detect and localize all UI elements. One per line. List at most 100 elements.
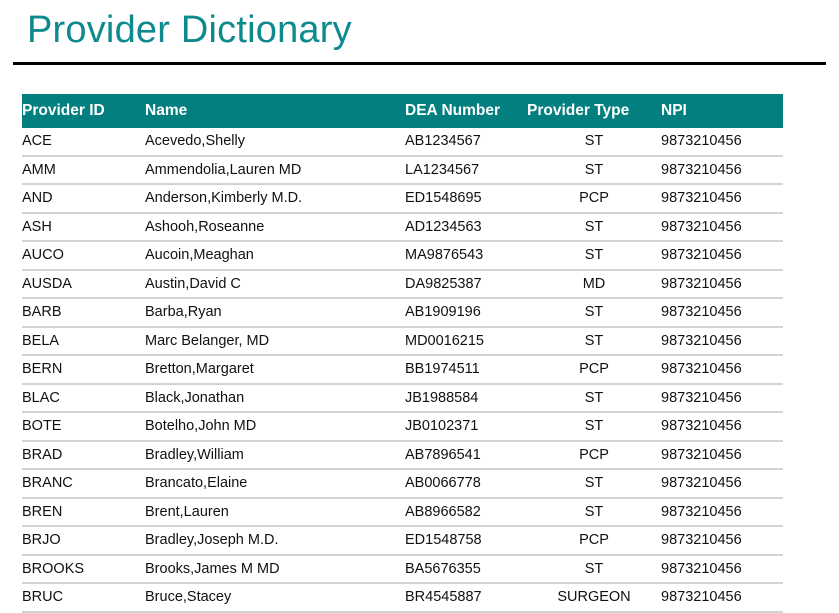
cell-provider-id: AUSDA: [22, 269, 145, 299]
cell-npi[interactable]: 9873210456: [661, 269, 783, 299]
page-title: Provider Dictionary: [27, 9, 352, 51]
cell-name: Anderson,Kimberly M.D.: [145, 184, 405, 214]
table-row[interactable]: BERN Bretton,Margaret BB1974511 PCP 98732104…: [22, 355, 783, 385]
cell-dea-number: AB8966582: [405, 497, 527, 527]
cell-name: Bretton,Margaret: [145, 355, 405, 385]
column-header-dea-number[interactable]: DEA Number: [405, 94, 527, 128]
cell-provider-type: ST: [527, 469, 661, 499]
cell-provider-id: AUCO: [22, 241, 145, 271]
cell-name: Barba,Ryan: [145, 298, 405, 328]
table-row[interactable]: BRAD Bradley,William AB7896541 PCP 987321045…: [22, 440, 783, 470]
cell-provider-id: BERN: [22, 355, 145, 385]
table-row[interactable]: BARB Barba,Ryan AB1909196 ST 9873210456: [22, 298, 783, 328]
table-row[interactable]: BRJO Bradley,Joseph M.D. ED1548758 PCP 98732…: [22, 526, 783, 556]
cell-npi[interactable]: 9873210456: [661, 212, 783, 242]
cell-npi[interactable]: 9873210456: [661, 241, 783, 271]
cell-provider-type: ST: [527, 212, 661, 242]
table-row[interactable]: BRUC Bruce,Stacey BR4545887 SURGEON 98732104…: [22, 583, 783, 613]
table-header-row: Provider ID Name DEA Number Provider Typ…: [22, 94, 783, 128]
cell-npi[interactable]: 9873210456: [661, 298, 783, 328]
cell-name: Brent,Lauren: [145, 497, 405, 527]
cell-name: Bruce,Stacey: [145, 583, 405, 613]
cell-npi[interactable]: 9873210456: [661, 184, 783, 214]
cell-dea-number: BA5676355: [405, 554, 527, 584]
table-row[interactable]: BREN Brent,Lauren AB8966582 ST 9873210456: [22, 497, 783, 527]
cell-provider-type: ST: [527, 298, 661, 328]
cell-provider-id: BELA: [22, 326, 145, 356]
cell-npi[interactable]: 9873210456: [661, 583, 783, 613]
cell-npi[interactable]: 9873210456: [661, 440, 783, 470]
cell-provider-type: ST: [527, 128, 661, 157]
cell-provider-type: PCP: [527, 440, 661, 470]
cell-name: Brooks,James M MD: [145, 554, 405, 584]
cell-name: Ashooh,Roseanne: [145, 212, 405, 242]
cell-provider-type: PCP: [527, 355, 661, 385]
cell-npi[interactable]: 9873210456: [661, 554, 783, 584]
cell-dea-number: MA9876543: [405, 241, 527, 271]
cell-provider-type: ST: [527, 326, 661, 356]
cell-dea-number: BR4545887: [405, 583, 527, 613]
cell-dea-number: DA9825387: [405, 269, 527, 299]
cell-provider-id: AMM: [22, 155, 145, 185]
provider-table-container: Provider ID Name DEA Number Provider Typ…: [22, 94, 783, 613]
cell-npi[interactable]: 9873210456: [661, 128, 783, 157]
cell-name: Ammendolia,Lauren MD: [145, 155, 405, 185]
cell-dea-number: BB1974511: [405, 355, 527, 385]
cell-name: Acevedo,Shelly: [145, 128, 405, 157]
cell-dea-number: AD1234563: [405, 212, 527, 242]
cell-provider-type: ST: [527, 241, 661, 271]
cell-provider-id: BREN: [22, 497, 145, 527]
cell-dea-number: ED1548695: [405, 184, 527, 214]
cell-npi[interactable]: 9873210456: [661, 155, 783, 185]
cell-name: Bradley,Joseph M.D.: [145, 526, 405, 556]
cell-provider-id: BRAD: [22, 440, 145, 470]
column-header-provider-type[interactable]: Provider Type: [527, 94, 661, 128]
cell-dea-number: MD0016215: [405, 326, 527, 356]
cell-name: Austin,David C: [145, 269, 405, 299]
title-divider: [13, 62, 826, 65]
cell-dea-number: AB0066778: [405, 469, 527, 499]
table-row[interactable]: ASH Ashooh,Roseanne AD1234563 ST 9873210456: [22, 212, 783, 242]
cell-provider-id: ASH: [22, 212, 145, 242]
table-row[interactable]: BRANC Brancato,Elaine AB0066778 ST 987321045…: [22, 469, 783, 499]
cell-name: Aucoin,Meaghan: [145, 241, 405, 271]
cell-dea-number: AB1909196: [405, 298, 527, 328]
cell-npi[interactable]: 9873210456: [661, 383, 783, 413]
cell-name: Brancato,Elaine: [145, 469, 405, 499]
cell-npi[interactable]: 9873210456: [661, 497, 783, 527]
cell-npi[interactable]: 9873210456: [661, 326, 783, 356]
column-header-provider-id[interactable]: Provider ID: [22, 94, 145, 128]
column-header-name[interactable]: Name: [145, 94, 405, 128]
table-row[interactable]: BOTE Botelho,John MD JB0102371 ST 9873210456: [22, 412, 783, 442]
table-row[interactable]: BELA Marc Belanger, MD MD0016215 ST 98732104…: [22, 326, 783, 356]
cell-name: Marc Belanger, MD: [145, 326, 405, 356]
cell-npi[interactable]: 9873210456: [661, 412, 783, 442]
cell-provider-id: BOTE: [22, 412, 145, 442]
cell-npi[interactable]: 9873210456: [661, 526, 783, 556]
table-row[interactable]: AUCO Aucoin,Meaghan MA9876543 ST 9873210456: [22, 241, 783, 271]
table-row[interactable]: BLAC Black,Jonathan JB1988584 ST 9873210456: [22, 383, 783, 413]
table-row[interactable]: AMM Ammendolia,Lauren MD LA1234567 ST 987321…: [22, 155, 783, 185]
cell-provider-type: MD: [527, 269, 661, 299]
cell-name: Black,Jonathan: [145, 383, 405, 413]
table-row[interactable]: ACE Acevedo,Shelly AB1234567 ST 9873210456: [22, 128, 783, 157]
cell-name: Botelho,John MD: [145, 412, 405, 442]
cell-provider-type: ST: [527, 155, 661, 185]
cell-npi[interactable]: 9873210456: [661, 469, 783, 499]
cell-npi[interactable]: 9873210456: [661, 355, 783, 385]
cell-dea-number: JB1988584: [405, 383, 527, 413]
cell-dea-number: AB7896541: [405, 440, 527, 470]
table-row[interactable]: AND Anderson,Kimberly M.D. ED1548695 PCP 987…: [22, 184, 783, 214]
cell-provider-id: ACE: [22, 128, 145, 157]
cell-dea-number: JB0102371: [405, 412, 527, 442]
cell-provider-id: BLAC: [22, 383, 145, 413]
cell-dea-number: LA1234567: [405, 155, 527, 185]
cell-provider-id: BARB: [22, 298, 145, 328]
column-header-npi[interactable]: NPI: [661, 94, 783, 128]
provider-table: Provider ID Name DEA Number Provider Typ…: [22, 94, 783, 613]
table-row[interactable]: BROOKS Brooks,James M MD BA5676355 ST 987321…: [22, 554, 783, 584]
cell-provider-id: AND: [22, 184, 145, 214]
cell-name: Bradley,William: [145, 440, 405, 470]
table-row[interactable]: AUSDA Austin,David C DA9825387 MD 9873210456: [22, 269, 783, 299]
cell-provider-type: SURGEON: [527, 583, 661, 613]
